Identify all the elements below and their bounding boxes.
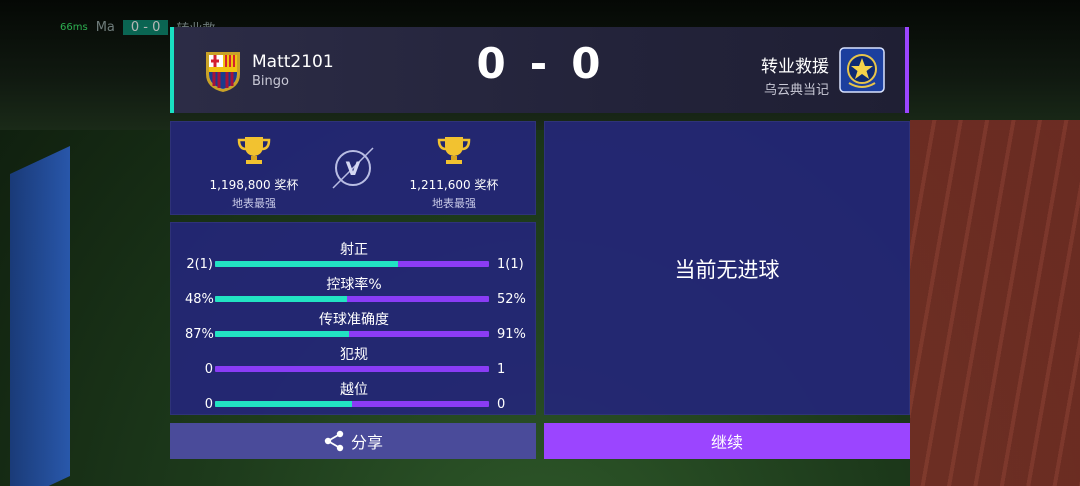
match-header: Matt2101 Bingo 0-0 转业救援 乌云典当记 <box>170 27 909 113</box>
score-separator: - <box>529 39 550 88</box>
stat-home-value: 0 <box>204 397 213 412</box>
stat-bar <box>215 366 489 372</box>
home-rank-label: 地表最强 <box>232 197 276 210</box>
away-team-subtitle: 乌云典当记 <box>763 83 829 98</box>
away-team-name: 转业救援 <box>761 57 829 77</box>
stat-bar <box>215 261 489 267</box>
stat-home-value: 0 <box>204 362 213 377</box>
stat-row: 越位 0 0 <box>171 379 537 413</box>
goals-panel: 当前无进球 <box>544 121 910 415</box>
trophy-icon <box>437 137 471 164</box>
home-trophies: 1,198,800 奖杯 地表最强 <box>184 134 324 211</box>
away-rank-label: 地表最强 <box>432 197 476 210</box>
away-trophy-count: 1,211,600 奖杯 <box>409 178 499 192</box>
running-track <box>910 120 1080 486</box>
stat-bar-home-fill <box>215 261 398 267</box>
sideline-ad-board <box>10 146 70 486</box>
stat-title: 越位 <box>340 382 368 398</box>
continue-label: 继续 <box>710 433 743 452</box>
stat-row: 传球准确度 87% 91% <box>171 309 537 343</box>
stat-row: 控球率% 48% 52% <box>171 274 537 308</box>
stat-away-value: 52% <box>497 292 526 307</box>
stat-title: 射正 <box>340 242 368 258</box>
continue-button[interactable]: 继续 <box>544 423 910 459</box>
ping-indicator: 66ms <box>60 21 88 33</box>
away-team: 转业救援 乌云典当记 <box>761 52 829 98</box>
versus-label: V <box>346 158 361 180</box>
stat-title: 控球率% <box>326 277 382 293</box>
stat-title: 传球准确度 <box>319 312 389 328</box>
versus-icon: V <box>332 147 374 189</box>
mini-score: 0 - 0 <box>122 19 169 35</box>
star-shield-crest-icon <box>839 47 885 93</box>
trophy-comparison-panel: 1,198,800 奖杯 地表最强 V 1,211,600 奖杯 地表最强 <box>170 121 536 215</box>
stat-row: 犯规 0 1 <box>171 344 537 378</box>
stat-away-value: 91% <box>497 327 526 342</box>
share-label: 分享 <box>350 433 383 452</box>
stat-bar-home-fill <box>215 296 347 302</box>
stat-away-value: 0 <box>497 397 506 412</box>
trophy-icon <box>237 137 271 164</box>
stat-home-value: 2(1) <box>186 257 213 272</box>
stat-away-value: 1 <box>497 362 506 377</box>
away-trophies: 1,211,600 奖杯 地表最强 <box>384 134 524 211</box>
share-button[interactable]: 分享 <box>170 423 536 459</box>
away-score: 0 <box>571 39 603 88</box>
stat-bar-home-fill <box>215 331 350 337</box>
stat-bar <box>215 401 489 407</box>
stat-title: 犯规 <box>340 347 368 363</box>
stat-bar-home-fill <box>215 401 352 407</box>
home-trophy-count: 1,198,800 奖杯 <box>209 178 299 192</box>
stat-home-value: 48% <box>185 292 214 307</box>
stat-row: 射正 2(1) 1(1) <box>171 239 537 273</box>
stat-bar <box>215 296 489 302</box>
share-icon <box>324 430 344 452</box>
match-stats-panel: 射正 2(1) 1(1) 控球率% 48% 52% 传球准确度 87% 91% … <box>170 222 536 415</box>
stat-bar <box>215 331 489 337</box>
no-goals-message: 当前无进球 <box>674 258 780 282</box>
stat-away-value: 1(1) <box>497 257 524 272</box>
home-score: 0 <box>476 39 508 88</box>
mini-home-name: Ma <box>95 19 115 35</box>
stat-home-value: 87% <box>185 327 214 342</box>
